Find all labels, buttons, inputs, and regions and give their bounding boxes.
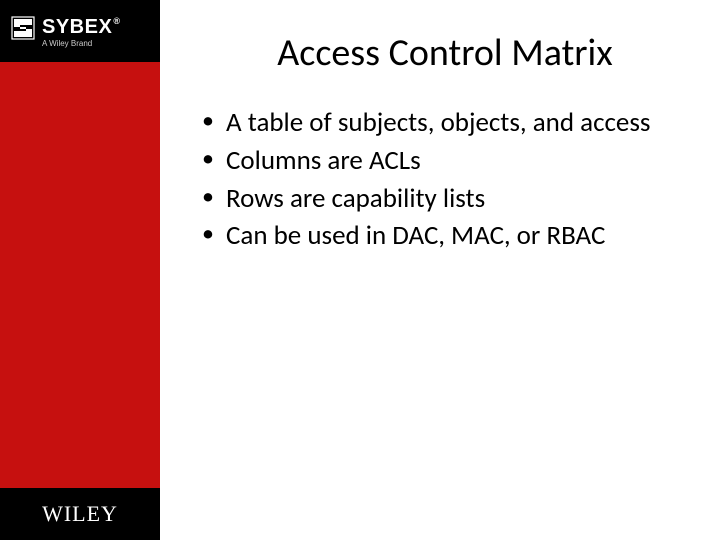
sybex-logo-area: SYBEX® A Wiley Brand [0, 0, 160, 62]
content-area: Access Control Matrix A table of subject… [160, 0, 720, 540]
slide-title: Access Control Matrix [210, 30, 680, 76]
bullet-list: A table of subjects, objects, and access… [200, 106, 680, 253]
registered-mark: ® [113, 16, 120, 26]
wiley-logo-text: WILEY [42, 501, 118, 527]
bullet-item: Rows are capability lists [200, 182, 680, 216]
bullet-item: A table of subjects, objects, and access [200, 106, 680, 140]
sybex-logo-text: SYBEX® [42, 16, 120, 39]
sidebar: SYBEX® A Wiley Brand WILEY [0, 0, 160, 540]
sybex-logo: SYBEX® A Wiley Brand [10, 15, 120, 48]
bullet-item: Can be used in DAC, MAC, or RBAC [200, 219, 680, 253]
wiley-logo-area: WILEY [0, 488, 160, 540]
sybex-mark-icon [10, 15, 36, 41]
slide: SYBEX® A Wiley Brand WILEY Access Contro… [0, 0, 720, 540]
sybex-subtitle: A Wiley Brand [42, 39, 120, 48]
bullet-item: Columns are ACLs [200, 144, 680, 178]
